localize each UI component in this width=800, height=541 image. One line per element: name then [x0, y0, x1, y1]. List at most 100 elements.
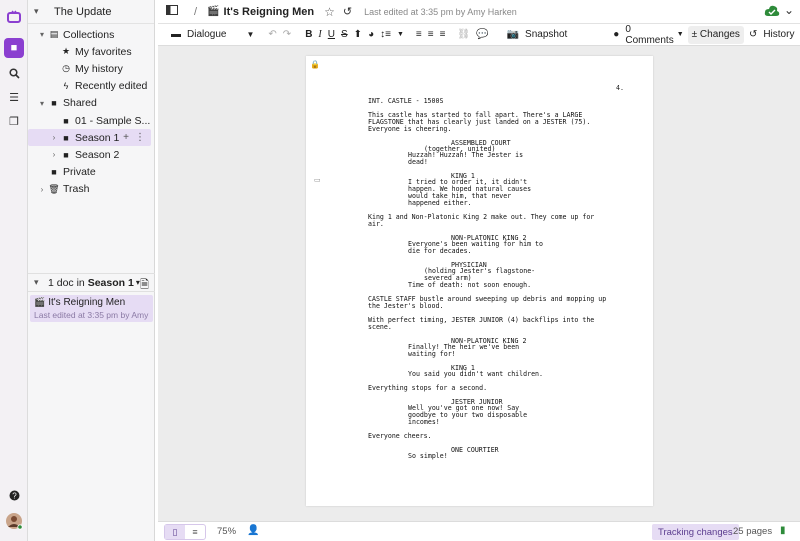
expand-toggle-icon[interactable]: ▾ [36, 30, 48, 39]
sidebar-item-label: Season 1 [75, 131, 120, 144]
redo-icon[interactable]: ↷ [280, 26, 294, 44]
line-spacing-icon[interactable]: ↕≡ [377, 26, 394, 44]
chevron-down-icon[interactable]: ▼ [677, 26, 684, 44]
outline-view-icon[interactable]: ≡ [185, 525, 205, 539]
star-icon[interactable]: ☆ [324, 5, 335, 19]
script-dial[interactable]: Everyone's been waiting for him to die f… [408, 241, 543, 255]
undo-icon[interactable]: ↶ [265, 26, 279, 44]
expand-toggle-icon[interactable]: › [48, 150, 60, 159]
list-icon[interactable]: ☰ [4, 87, 24, 107]
more-options-icon[interactable]: ⋮ [135, 132, 145, 143]
link-icon[interactable]: ⛓ [454, 26, 473, 44]
zoom-level[interactable]: 75% [217, 526, 236, 537]
document-meta: Last edited at 3:35 pm by Amy Harken [34, 310, 149, 320]
row-actions: + ⋮ [123, 129, 145, 146]
history-icon: ↺ [748, 29, 758, 40]
comment-marker-icon[interactable]: ▭ [314, 176, 321, 184]
history-button[interactable]: History [760, 26, 797, 44]
strikethrough-icon[interactable]: S [338, 26, 351, 44]
script-dial[interactable]: Finally! The heir we've been waiting for… [408, 344, 519, 358]
chevron-down-icon[interactable]: ▾ [34, 6, 48, 17]
add-icon[interactable]: + [123, 132, 129, 143]
sidebar-item[interactable]: › ■ Season 2 [28, 146, 154, 163]
align-left-icon[interactable]: ≡ [413, 26, 425, 44]
copy-icon[interactable]: ❐ [4, 111, 24, 131]
sidebar-item[interactable]: ▾ ■ Shared [28, 95, 154, 112]
script-action[interactable]: Everyone cheers. [368, 433, 432, 440]
add-comment-icon[interactable]: 💬 [473, 26, 491, 44]
collections-icon: ▤ [49, 29, 59, 40]
sidebar-toggle-icon[interactable] [166, 5, 178, 18]
chevron-down-icon[interactable]: ▾ [34, 277, 48, 288]
script-dial[interactable]: You said you didn't want children. [408, 371, 543, 378]
exit-icon[interactable]: ▮ [780, 525, 786, 536]
color-palette-icon[interactable]: ◕ [365, 26, 377, 44]
folder-icon: ■ [51, 167, 57, 178]
script-dial[interactable]: Huzzah! Huzzah! The Jester is dead! [408, 152, 523, 166]
sidebar-header[interactable]: ▾ The Update [28, 0, 154, 24]
snapshot-button[interactable]: Snapshot [522, 26, 570, 44]
sync-status-icon[interactable] [764, 5, 780, 20]
align-right-icon[interactable]: ≡ [437, 26, 449, 44]
user-avatar[interactable] [4, 511, 24, 531]
script-action[interactable]: This castle has started to fall apart. T… [368, 112, 590, 133]
chevron-down-icon[interactable]: ⌄ [784, 3, 794, 17]
app-logo-icon[interactable] [4, 7, 24, 27]
folder-tree: ▾ ▤ Collections ★ My favorites ◷ My history ϟ Re… [28, 24, 154, 198]
sidebar-item-label: Season 2 [75, 148, 120, 161]
italic-icon[interactable]: I [315, 26, 324, 44]
script-char[interactable]: ONE COURTIER [451, 447, 499, 454]
comments-button[interactable]: 0 Comments [622, 24, 676, 46]
sidebar-item[interactable]: ■ 01 - Sample S... [28, 112, 154, 129]
script-paren[interactable]: (holding Jester's flagstone- severed arm… [424, 268, 535, 282]
script-action[interactable]: With perfect timing, JESTER JUNIOR (4) b… [368, 317, 594, 331]
folders-icon[interactable]: ■ [4, 38, 24, 58]
highlight-icon[interactable]: ⬆ [351, 26, 365, 44]
script-page[interactable]: 🔒 ▭ 4. INT. CASTLE - 1500S This castle ha… [306, 56, 653, 506]
tracking-changes-badge[interactable]: Tracking changes [652, 524, 739, 540]
document-item[interactable]: 🎬 It's Reigning Men Last edited at 3:35 p… [30, 295, 153, 322]
script-action[interactable]: INT. CASTLE - 1500S [368, 98, 443, 105]
status-bar: ▯ ≡ 75% 👤 Tracking changes 25 pages ▮ [158, 521, 800, 541]
expand-toggle-icon[interactable]: ▾ [36, 99, 48, 108]
main-area: / 🎬 It's Reigning Men ☆ ↺ Last edited at… [158, 0, 800, 541]
changes-button[interactable]: ± Changes [687, 25, 744, 44]
sidebar-item[interactable]: ■ Private [28, 164, 154, 181]
docs-count: 1 doc in [48, 276, 85, 289]
script-dial[interactable]: I tried to order it, it didn't happen. W… [408, 179, 531, 207]
script-dial[interactable]: Time of death: not soon enough. [408, 282, 531, 289]
document-title[interactable]: It's Reigning Men [224, 6, 315, 18]
sidebar-item[interactable]: ϟ Recently edited [28, 78, 154, 95]
align-center-icon[interactable]: ≡ [425, 26, 437, 44]
sidebar-item[interactable]: › ■ Season 1 + ⋮ [28, 129, 151, 147]
help-icon[interactable]: ? [4, 485, 24, 505]
sidebar-item[interactable]: ◷ My history [28, 60, 154, 77]
docs-folder-name[interactable]: Season 1 [88, 277, 134, 289]
history-icon[interactable]: ↺ [343, 5, 352, 18]
bold-icon[interactable]: B [302, 26, 315, 44]
script-action[interactable]: Everything stops for a second. [368, 385, 487, 392]
title-bar: / 🎬 It's Reigning Men ☆ ↺ Last edited at… [158, 0, 800, 24]
script-dial[interactable]: Well you've got one now! Say goodbye to … [408, 405, 527, 426]
underline-icon[interactable]: U [325, 26, 338, 44]
expand-toggle-icon[interactable]: › [36, 185, 48, 194]
sidebar-item[interactable]: › 🗑 Trash [28, 181, 154, 198]
element-type-dropdown[interactable]: Dialogue [184, 26, 229, 44]
sidebar-item[interactable]: ▾ ▤ Collections [28, 26, 154, 43]
search-icon[interactable] [4, 63, 24, 83]
page-view-icon[interactable]: ▯ [165, 525, 185, 539]
view-toggle: ▯ ≡ [164, 524, 206, 540]
script-action[interactable]: CASTLE STAFF bustle around sweeping up d… [368, 296, 606, 310]
docs-list-header: ▾ 1 doc in Season 1 ▾ 🗎 [28, 273, 155, 292]
script-action[interactable]: King 1 and Non-Platonic King 2 make out.… [368, 214, 594, 228]
chevron-down-icon[interactable]: ▼ [394, 26, 407, 44]
expand-toggle-icon[interactable]: › [48, 133, 60, 142]
chevron-down-icon[interactable]: ▼ [243, 26, 257, 44]
sidebar-item-label: Shared [63, 97, 97, 110]
script-dial[interactable]: So simple! [408, 453, 448, 460]
sidebar: ▾ The Update ▾ ▤ Collections ★ My favorites ◷… [28, 0, 155, 541]
last-edited-text: Last edited at 3:35 pm by Amy Harken [364, 6, 517, 17]
sidebar-item[interactable]: ★ My favorites [28, 43, 154, 60]
new-document-icon[interactable]: 🗎 [140, 276, 149, 295]
collaborators-icon[interactable]: 👤 [247, 525, 259, 536]
